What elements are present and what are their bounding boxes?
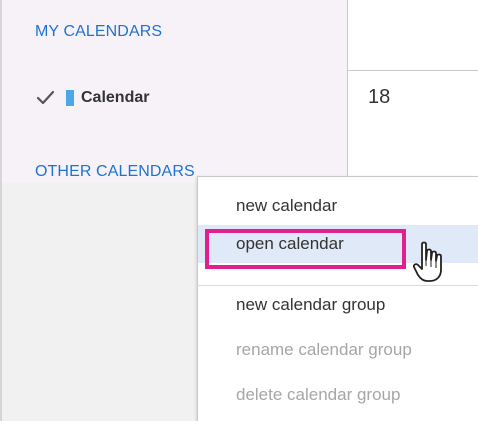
calendar-grid-header [347, 0, 478, 71]
other-calendars-heading[interactable]: OTHER CALENDARS [35, 163, 195, 181]
day-number: 18 [368, 86, 391, 108]
context-menu: new calendar open calendar new calendar … [197, 176, 478, 421]
sidebar-lower-area [2, 183, 197, 421]
hand-cursor-icon [412, 240, 446, 284]
check-icon[interactable] [35, 88, 57, 108]
menu-separator [197, 285, 478, 286]
menu-item-new-calendar[interactable]: new calendar [198, 187, 478, 225]
menu-item-rename-calendar-group: rename calendar group [236, 340, 412, 359]
calendar-color-swatch [66, 90, 74, 106]
calendar-item-label: Calendar [81, 89, 150, 106]
menu-item-new-calendar-group[interactable]: new calendar group [198, 286, 478, 324]
calendar-app: MY CALENDARS Calendar OTHER CALENDARS 18… [0, 0, 478, 421]
calendar-list-item[interactable]: Calendar [35, 86, 149, 110]
my-calendars-heading[interactable]: MY CALENDARS [35, 23, 162, 41]
menu-item-delete-calendar-group: delete calendar group [236, 385, 401, 404]
calendar-grid-day-cell[interactable] [347, 71, 478, 183]
